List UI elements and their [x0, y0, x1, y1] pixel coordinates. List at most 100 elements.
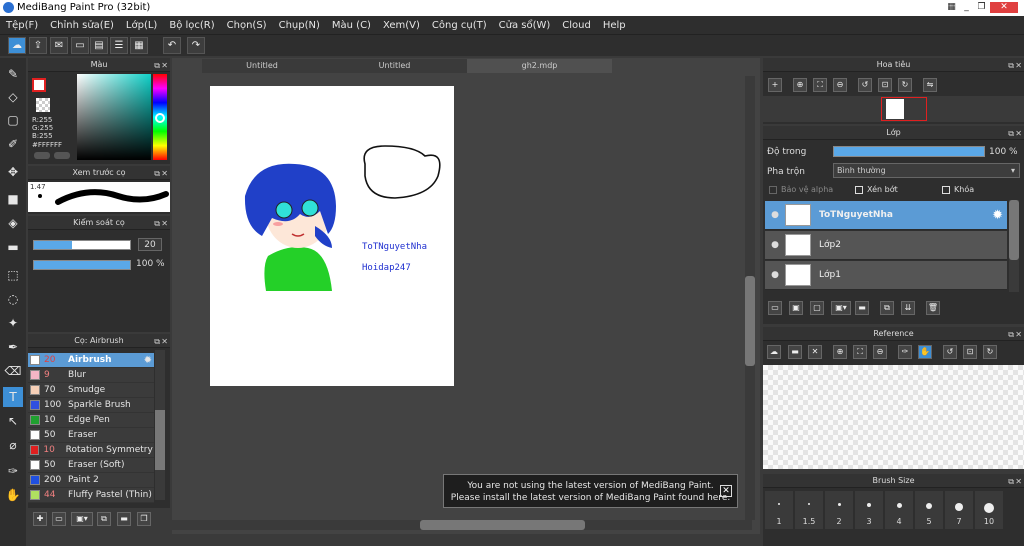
close-panel-icon[interactable]: ✕	[161, 217, 168, 230]
tab-untitled-2[interactable]: Untitled	[322, 59, 467, 73]
close-panel-icon[interactable]: ✕	[1015, 59, 1022, 72]
gradient-tool-icon[interactable]: ▬	[3, 237, 23, 257]
share-icon[interactable]: ⇪	[29, 37, 47, 54]
brush-list-item[interactable]: 44 Fluffy Pastel (Thin)	[28, 488, 154, 503]
brush-list-item[interactable]: 100 Sparkle Brush	[28, 398, 154, 413]
copy-brush-icon[interactable]: ⧉	[97, 512, 111, 526]
menu-layer[interactable]: Lớp(L)	[126, 20, 157, 31]
reference-zoom-out-icon[interactable]: ⊖	[873, 345, 887, 359]
document-icon[interactable]: ▤	[90, 37, 108, 54]
brush-list-item[interactable]: 50 Eraser (Soft)	[28, 458, 154, 473]
fit-icon[interactable]: ⛶	[813, 78, 827, 92]
reference-close-icon[interactable]: ✕	[808, 345, 822, 359]
new-layer-icon[interactable]: ▭	[768, 301, 782, 315]
duplicate-icon[interactable]: ❐	[137, 512, 151, 526]
rotate-left-icon[interactable]: ↺	[858, 78, 872, 92]
menu-tools[interactable]: Công cụ(T)	[432, 20, 487, 31]
undock-icon[interactable]: ⧉	[1008, 127, 1014, 140]
bucket-tool-icon[interactable]: ◈	[3, 213, 23, 233]
panel-list-icon[interactable]: ☰	[110, 37, 128, 54]
cloud-icon[interactable]: ☁	[8, 37, 26, 54]
menu-snap[interactable]: Chụp(N)	[279, 20, 320, 31]
brush-tool-icon[interactable]: ✎	[3, 64, 23, 84]
new-8bit-layer-icon[interactable]: ▣	[789, 301, 803, 315]
reference-hand-icon[interactable]: ✋	[918, 345, 932, 359]
menu-color[interactable]: Màu (C)	[332, 20, 371, 31]
undock-icon[interactable]: ⧉	[1008, 475, 1014, 488]
reference-rotate-right-icon[interactable]: ↻	[983, 345, 997, 359]
hue-slider-handle[interactable]	[155, 113, 165, 123]
layer-row-active[interactable]: ● ToTNguyetNha ✹	[765, 201, 1007, 230]
background-color-swatch[interactable]	[36, 98, 50, 112]
layer-list-scrollbar[interactable]	[1009, 200, 1019, 292]
page-icon[interactable]: ▭	[71, 37, 89, 54]
close-panel-icon[interactable]: ✕	[1015, 127, 1022, 140]
brush-list-item[interactable]: 200 Paint 2	[28, 473, 154, 488]
folder-icon[interactable]: ▬	[117, 512, 131, 526]
text-tool-icon[interactable]: T	[3, 387, 23, 407]
reference-cloud-icon[interactable]: ☁	[767, 345, 781, 359]
color-sv-picker[interactable]	[77, 74, 151, 160]
comment-icon[interactable]: ✉	[50, 37, 68, 54]
move-tool-icon[interactable]: ✥	[3, 162, 23, 182]
layer-folder-icon[interactable]: ▬	[855, 301, 869, 315]
brush-list-item[interactable]: 70 Smudge	[28, 383, 154, 398]
rect-select-icon[interactable]: ▢	[3, 110, 23, 130]
menu-filter[interactable]: Bộ lọc(R)	[169, 20, 214, 31]
blend-mode-select[interactable]: Bình thường ▾	[833, 163, 1020, 178]
reference-canvas[interactable]	[763, 365, 1024, 469]
merge-layer-icon[interactable]: ⇊	[901, 301, 915, 315]
brush-size-cell[interactable]: 3	[855, 491, 883, 529]
rotate-right-icon[interactable]: ↻	[898, 78, 912, 92]
reference-zoom-in-icon[interactable]: ⊕	[833, 345, 847, 359]
menu-file[interactable]: Tệp(F)	[6, 20, 38, 31]
brush-list-scrollbar[interactable]	[155, 350, 165, 500]
undock-icon[interactable]: ⧉	[1008, 59, 1014, 72]
lock-checkbox[interactable]	[942, 186, 950, 194]
gear-icon[interactable]: ✹	[144, 355, 152, 366]
menu-edit[interactable]: Chỉnh sửa(E)	[50, 20, 114, 31]
brush-size-cell[interactable]: 4	[885, 491, 913, 529]
trash-icon[interactable]: 🗑	[926, 301, 940, 315]
lasso-tool-icon[interactable]: ◌	[3, 289, 23, 309]
brush-list-item[interactable]: 10 Rotation Symmetry P	[28, 443, 154, 458]
tab-untitled-1[interactable]: Untitled	[202, 59, 322, 73]
undock-icon[interactable]: ⧉	[154, 167, 160, 180]
navigator-preview[interactable]	[763, 96, 1024, 122]
menu-select[interactable]: Chọn(S)	[227, 20, 267, 31]
pen-tool-icon[interactable]: ✐	[3, 134, 23, 154]
eraser-tool-icon[interactable]: ◇	[3, 87, 23, 107]
brush-list-item[interactable]: 20 Airbrush ✹	[28, 353, 154, 368]
menu-window[interactable]: Cửa sổ(W)	[499, 20, 551, 31]
redo-icon[interactable]: ↷	[187, 37, 205, 54]
grid-icon[interactable]: ▦	[130, 37, 148, 54]
tab-gh2[interactable]: gh2.mdp	[467, 59, 612, 73]
layer-row[interactable]: ● Lớp2	[765, 231, 1007, 260]
eyedropper-icon[interactable]: ✑	[3, 461, 23, 481]
ime-icon[interactable]: ▦	[945, 2, 958, 13]
color-add-button[interactable]	[34, 152, 50, 159]
new-1bit-layer-icon[interactable]: ▢	[810, 301, 824, 315]
close-panel-icon[interactable]: ✕	[161, 167, 168, 180]
brush-size-value[interactable]: 20	[138, 238, 162, 251]
foreground-color-swatch[interactable]	[32, 78, 46, 92]
operation-tool-icon[interactable]: ↖	[3, 411, 23, 431]
reference-fit-icon[interactable]: ⛶	[853, 345, 867, 359]
color-remove-button[interactable]	[54, 152, 70, 159]
canvas-horizontal-scrollbar[interactable]	[172, 520, 752, 530]
brush-size-cell[interactable]: 10	[975, 491, 1003, 529]
notification-close-button[interactable]: ✕	[720, 485, 732, 497]
fill-rect-icon[interactable]: ■	[3, 189, 23, 209]
update-notification[interactable]: You are not using the latest version of …	[443, 474, 738, 508]
brush-size-cell[interactable]: 1.5	[795, 491, 823, 529]
protect-alpha-checkbox[interactable]	[769, 186, 777, 194]
brush-menu-icon[interactable]: ▣▾	[71, 512, 93, 526]
brush-size-cell[interactable]: 1	[765, 491, 793, 529]
clipping-checkbox[interactable]	[855, 186, 863, 194]
close-panel-icon[interactable]: ✕	[161, 335, 168, 348]
brush-list-item[interactable]: 9 Blur	[28, 368, 154, 383]
canvas-vertical-scrollbar[interactable]	[745, 76, 755, 520]
reference-open-icon[interactable]: ▬	[788, 345, 802, 359]
zoom-in-icon[interactable]: +	[768, 78, 782, 92]
brush-size-slider[interactable]	[33, 240, 131, 250]
